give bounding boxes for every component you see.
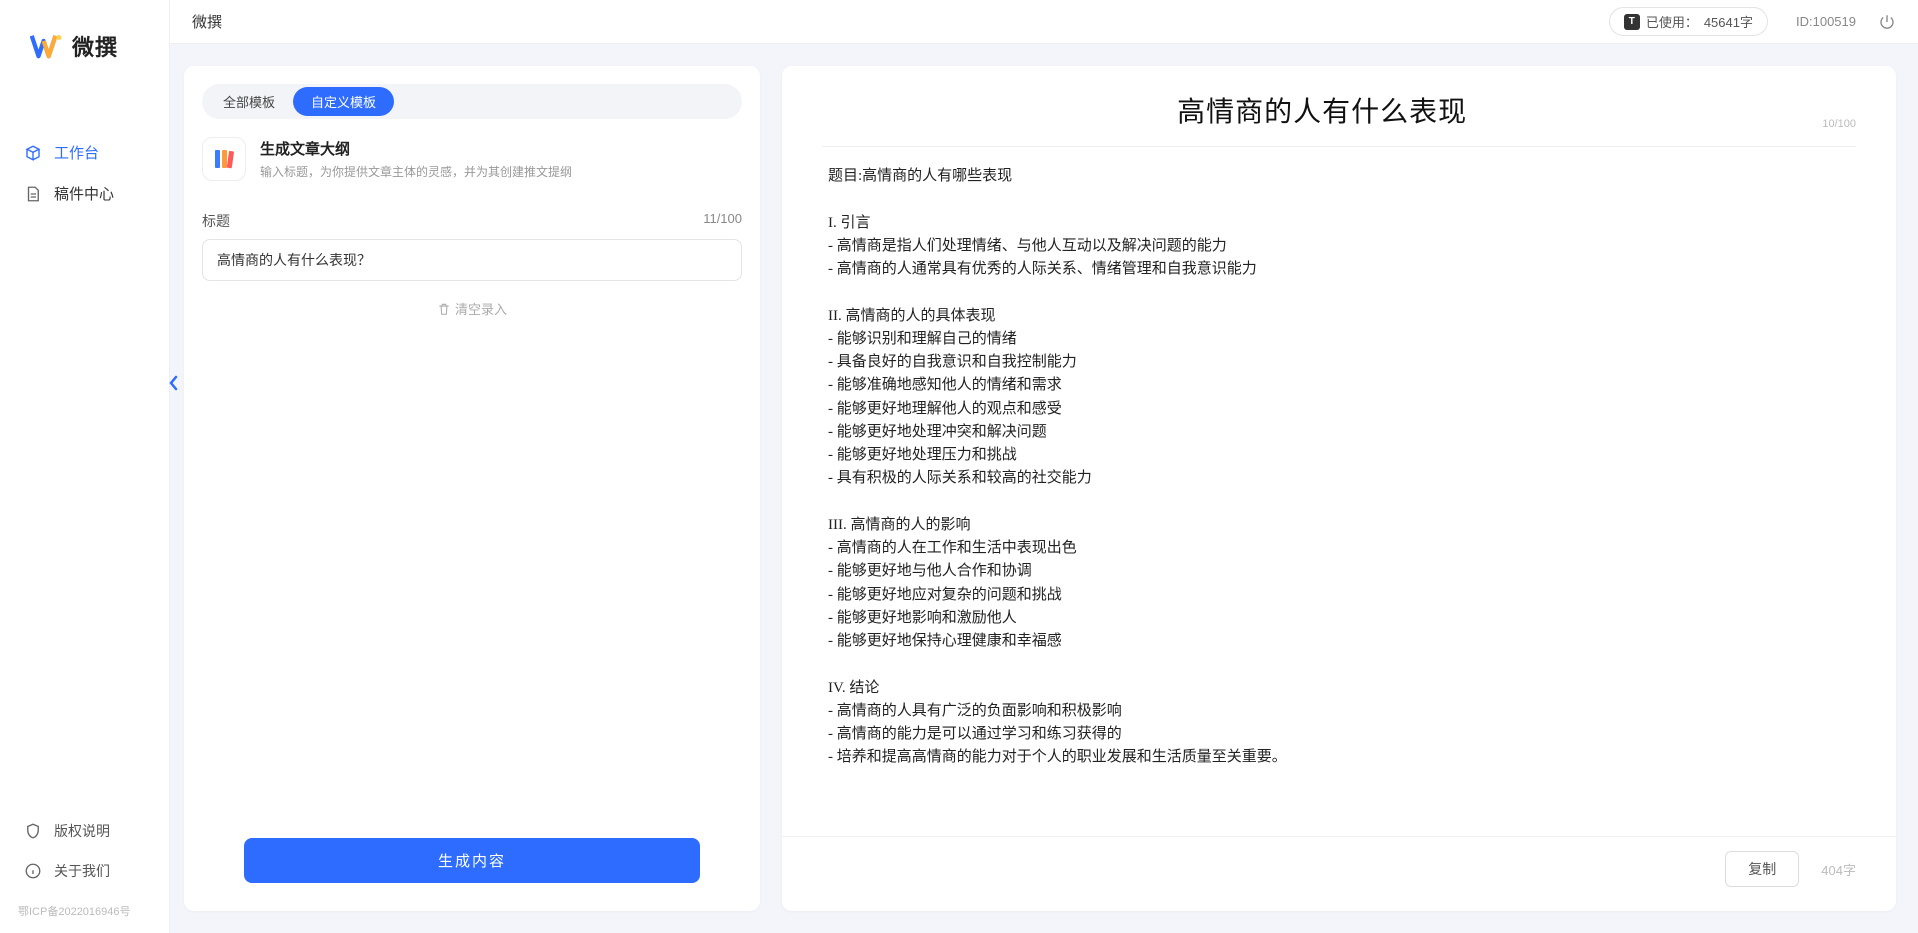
logo: 微撰 [0, 0, 169, 92]
chevron-left-icon [168, 375, 178, 391]
copy-button[interactable]: 复制 [1725, 851, 1799, 887]
template-icon [202, 137, 246, 181]
title-label: 标题 [202, 211, 230, 231]
output-title: 高情商的人有什么表现 [822, 90, 1822, 130]
title-counter: 11/100 [703, 211, 742, 231]
nav-workbench[interactable]: 工作台 [16, 132, 153, 173]
template-tabs: 全部模板 自定义模板 [202, 84, 742, 119]
topbar-title: 微撰 [192, 11, 222, 32]
sidebar-nav: 工作台 稿件中心 [0, 92, 169, 811]
clear-label: 清空录入 [455, 299, 507, 318]
nav-label: 工作台 [54, 142, 99, 163]
output-top-counter: 10/100 [1822, 118, 1856, 130]
shield-icon [24, 822, 42, 840]
nav-drafts[interactable]: 稿件中心 [16, 173, 153, 214]
cube-icon [24, 144, 42, 162]
collapse-handle[interactable] [167, 374, 179, 392]
input-panel: 全部模板 自定义模板 生成文章大纲 输入标题，为你提供文章主体的灵感，并为其创建… [184, 66, 760, 911]
output-panel: 高情商的人有什么表现 10/100 题目:高情商的人有哪些表现 I. 引言 - … [782, 66, 1896, 911]
books-icon [211, 146, 237, 172]
char-count: 404字 [1821, 860, 1856, 879]
logo-icon [30, 32, 64, 60]
user-id: ID:100519 [1796, 14, 1856, 29]
icp-text: 鄂ICP备2022016946号 [0, 903, 169, 933]
nav-copyright[interactable]: 版权说明 [16, 811, 153, 851]
usage-prefix: 已使用： [1646, 12, 1698, 31]
tab-all-templates[interactable]: 全部模板 [205, 87, 293, 116]
output-body[interactable]: 题目:高情商的人有哪些表现 I. 引言 - 高情商是指人们处理情绪、与他人互动以… [782, 147, 1896, 836]
doc-icon [24, 185, 42, 203]
usage-pill[interactable]: T 已使用： 45641字 [1609, 7, 1768, 36]
title-input[interactable] [202, 239, 742, 281]
form: 标题 11/100 清空录入 [184, 187, 760, 336]
logo-text: 微撰 [72, 30, 118, 62]
nav-label: 稿件中心 [54, 183, 114, 204]
power-icon[interactable] [1878, 13, 1896, 31]
nav-about[interactable]: 关于我们 [16, 851, 153, 891]
trash-icon [437, 302, 451, 316]
usage-value: 45641字 [1704, 12, 1753, 31]
info-icon [24, 862, 42, 880]
clear-button[interactable]: 清空录入 [202, 299, 742, 318]
topbar: 微撰 T 已使用： 45641字 ID:100519 [170, 0, 1918, 44]
generate-button[interactable]: 生成内容 [244, 838, 700, 883]
sidebar-bottom: 版权说明 关于我们 [0, 811, 169, 903]
sidebar: 微撰 工作台 稿件中心 版权说明 [0, 0, 170, 933]
template-card: 生成文章大纲 输入标题，为你提供文章主体的灵感，并为其创建推文提纲 [184, 119, 760, 187]
template-desc: 输入标题，为你提供文章主体的灵感，并为其创建推文提纲 [260, 163, 572, 180]
template-title: 生成文章大纲 [260, 138, 572, 159]
tab-custom-template[interactable]: 自定义模板 [293, 87, 394, 116]
t-badge-icon: T [1624, 14, 1640, 30]
nav-label: 关于我们 [54, 861, 110, 881]
nav-label: 版权说明 [54, 821, 110, 841]
